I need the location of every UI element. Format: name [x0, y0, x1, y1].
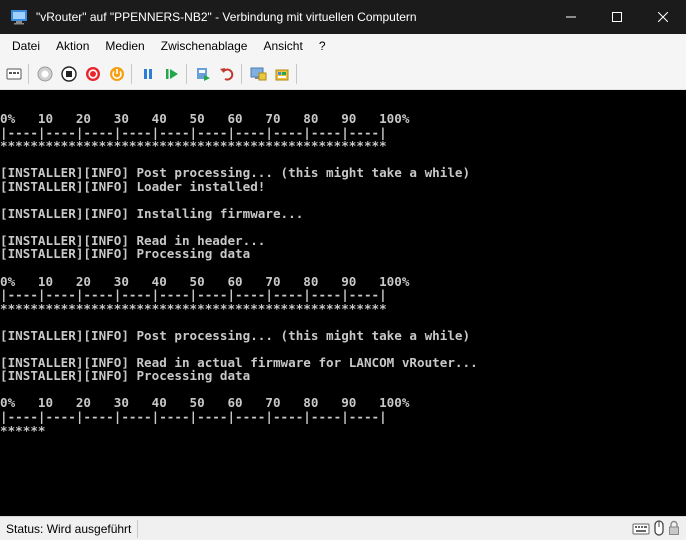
- revert-icon[interactable]: [216, 63, 238, 85]
- title-bar[interactable]: "vRouter" auf "PPENNERS-NB2" - Verbindun…: [0, 0, 686, 34]
- share-icon[interactable]: [271, 63, 293, 85]
- start-icon[interactable]: [34, 63, 56, 85]
- toolbar: [0, 59, 686, 90]
- toolbar-separator: [186, 64, 187, 84]
- toolbar-separator: [241, 64, 242, 84]
- toolbar-separator: [296, 64, 297, 84]
- keyboard-icon: [632, 521, 650, 540]
- pause-icon[interactable]: [137, 63, 159, 85]
- minimize-button[interactable]: [548, 0, 594, 34]
- resume-icon[interactable]: [161, 63, 183, 85]
- toolbar-separator: [28, 64, 29, 84]
- menu-zwischenablage[interactable]: Zwischenablage: [153, 34, 256, 59]
- close-button[interactable]: [640, 0, 686, 34]
- toolbar-separator: [131, 64, 132, 84]
- status-bar: Status: Wird ausgeführt: [0, 516, 686, 540]
- menu-bar: Datei Aktion Medien Zwischenablage Ansic…: [0, 34, 686, 59]
- console-output: 0% 10 20 30 40 50 60 70 80 90 100% |----…: [0, 111, 478, 438]
- mouse-icon: [654, 520, 664, 540]
- save-icon[interactable]: [106, 63, 128, 85]
- window-title: "vRouter" auf "PPENNERS-NB2" - Verbindun…: [36, 10, 417, 24]
- hyper-v-app-icon: [10, 9, 28, 25]
- ctrl-alt-del-icon[interactable]: [3, 63, 25, 85]
- menu-medien[interactable]: Medien: [97, 34, 152, 59]
- menu-aktion[interactable]: Aktion: [48, 34, 97, 59]
- checkpoint-icon[interactable]: [192, 63, 214, 85]
- maximize-button[interactable]: [594, 0, 640, 34]
- menu-help[interactable]: ?: [311, 34, 334, 59]
- vm-console-screen[interactable]: 0% 10 20 30 40 50 60 70 80 90 100% |----…: [0, 90, 686, 516]
- menu-ansicht[interactable]: Ansicht: [255, 34, 310, 59]
- shutdown-icon[interactable]: [82, 63, 104, 85]
- menu-datei[interactable]: Datei: [4, 34, 48, 59]
- status-text: Status: Wird ausgeführt: [0, 519, 139, 538]
- turn-off-icon[interactable]: [58, 63, 80, 85]
- enhanced-session-icon[interactable]: [247, 63, 269, 85]
- lock-icon: [668, 520, 680, 540]
